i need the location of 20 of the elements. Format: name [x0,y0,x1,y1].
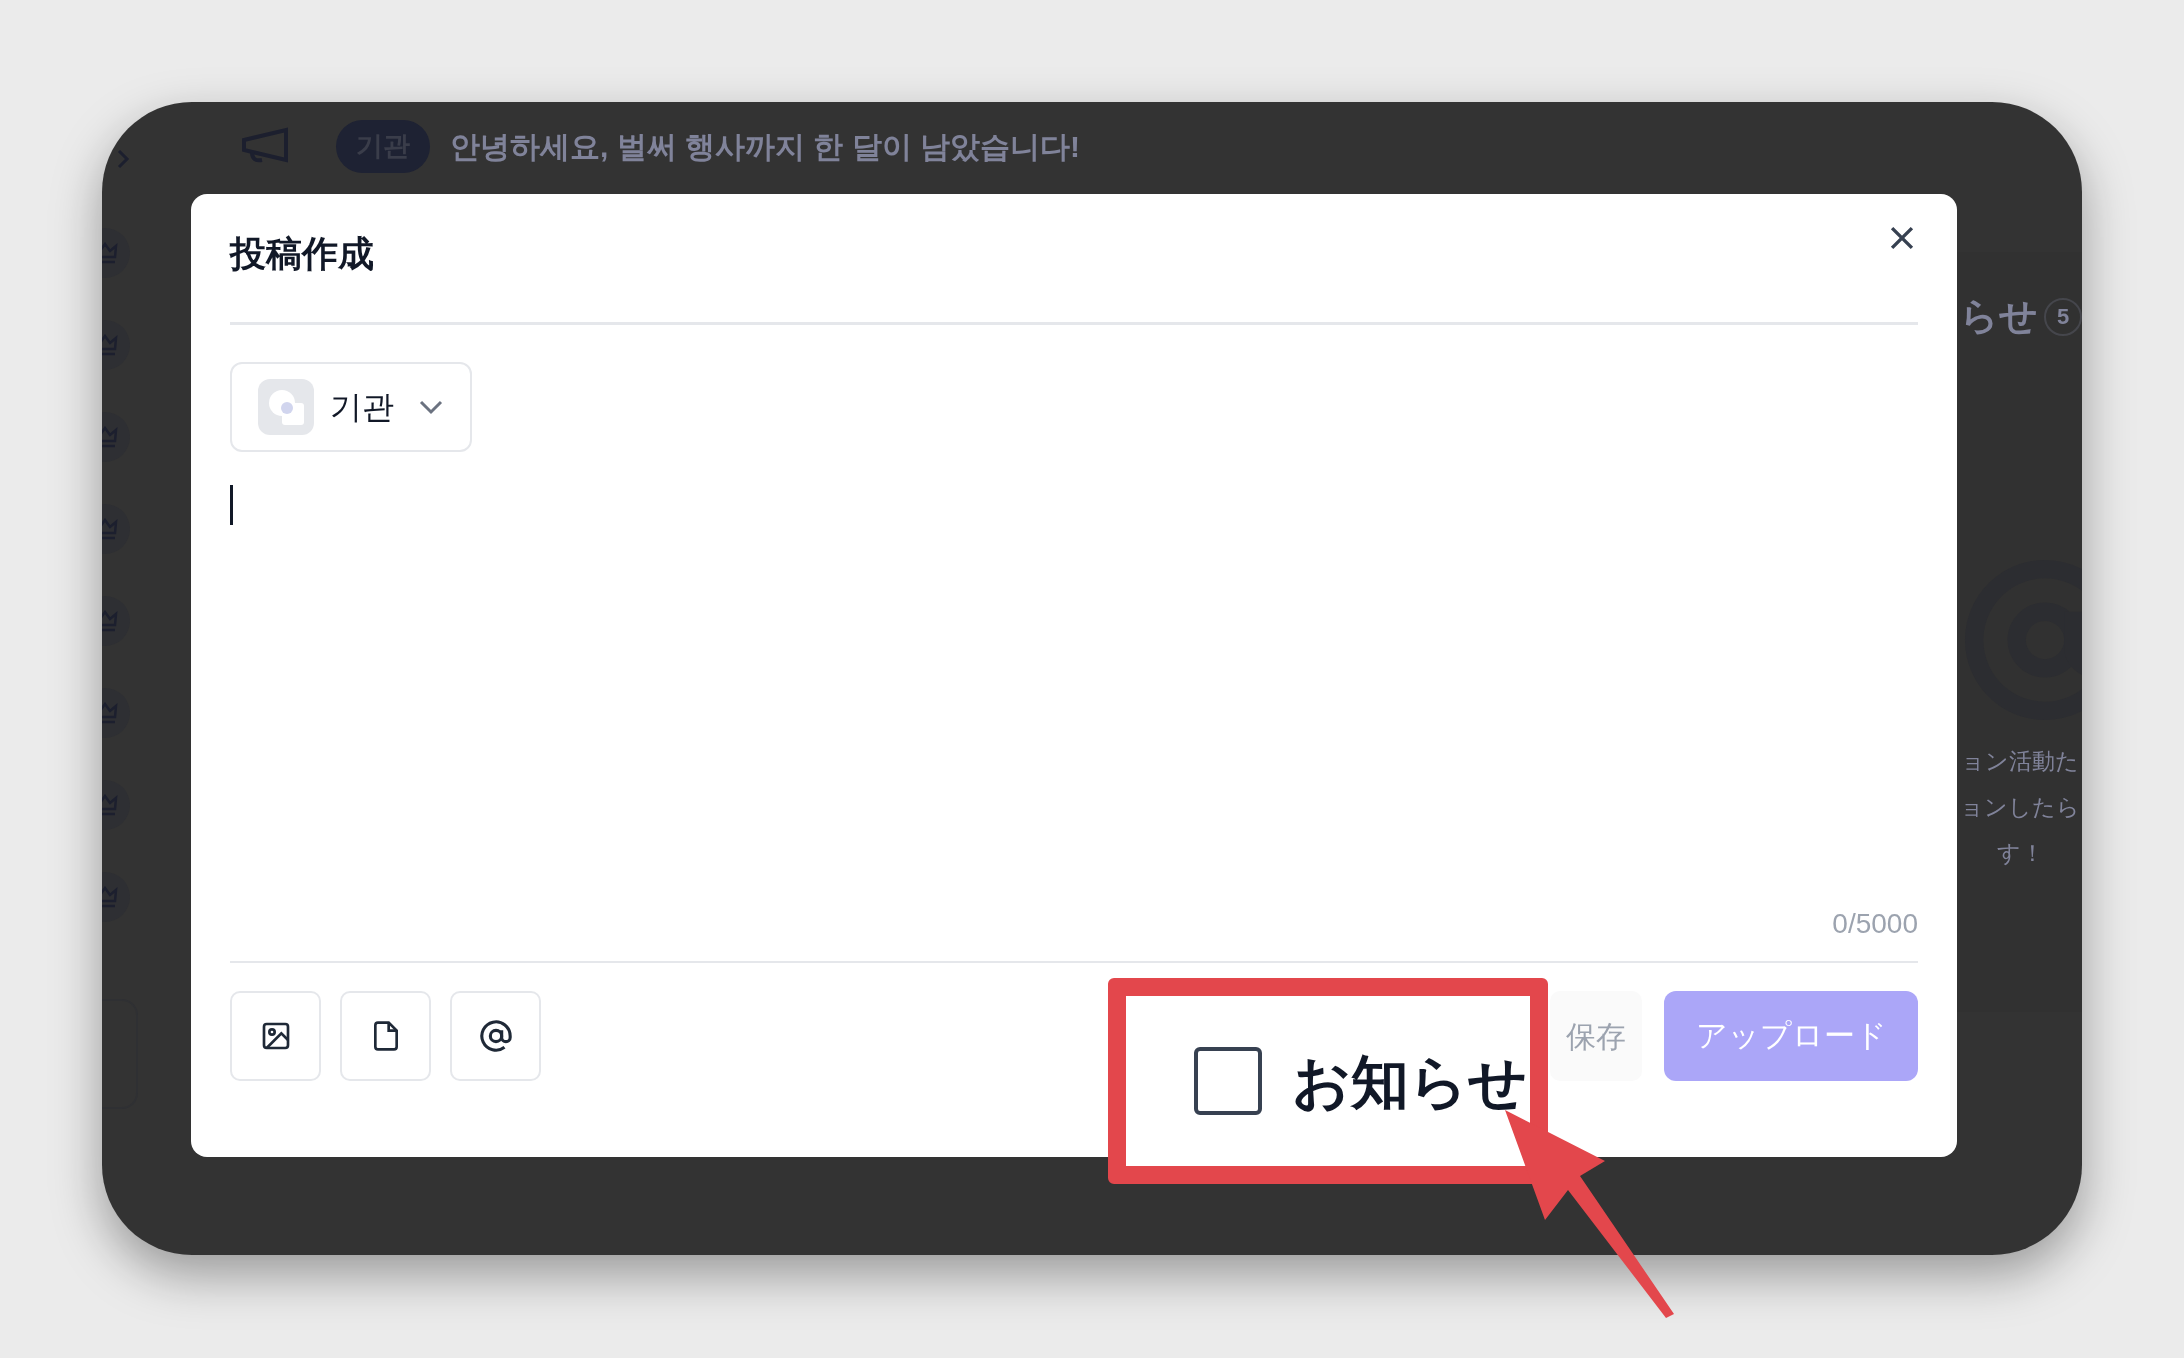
at-sign-icon [478,1019,513,1053]
chevron-down-icon [418,399,444,415]
avatar-icon [258,379,314,435]
announcement-text: 안녕하세요, 벌써 행사까지 한 달이 남았습니다! [450,128,1080,165]
text-cursor [230,485,233,525]
dialog-title: 投稿作成 [230,232,374,276]
toolbar-button[interactable] [340,991,431,1081]
save-button[interactable]: 保存 [1550,991,1642,1081]
panel-message-line: す！ [1996,839,2044,868]
panel-message-line: ョンしたら [1960,793,2080,822]
count-badge: 5 [2044,297,2082,336]
author-select[interactable]: 기관 [230,362,472,452]
character-counter: 0/5000 [1832,907,1918,941]
checkbox-label: お知らせ [1292,1047,1527,1116]
toolbar-button[interactable] [450,991,541,1081]
toolbar-button[interactable] [230,991,321,1081]
panel-title: らせ [1960,294,2038,339]
chevron-right-icon [116,148,132,170]
checkbox[interactable] [1194,1047,1262,1115]
panel-message-line: ョン活動た [1961,747,2079,776]
